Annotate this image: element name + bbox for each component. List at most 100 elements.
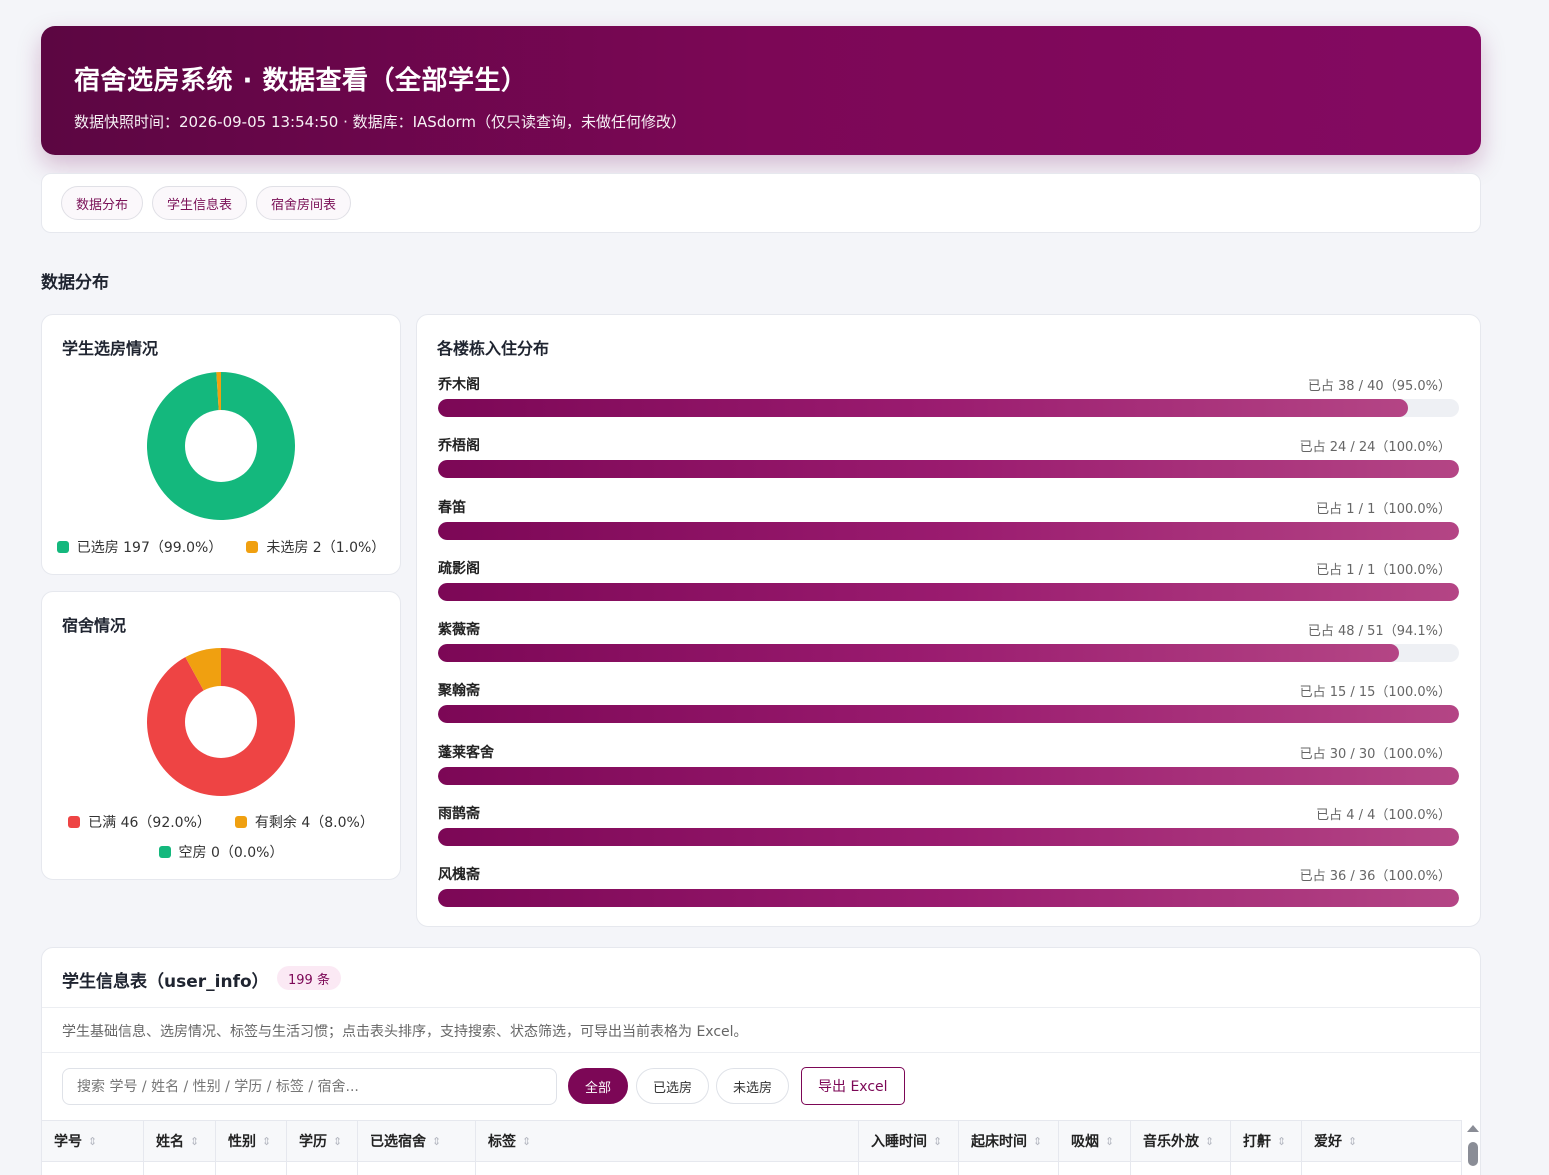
table-description: 学生基础信息、选房情况、标签与生活习惯；点击表头排序，支持搜索、状态筛选，可导出…: [42, 1008, 1480, 1053]
legend-label: 有剩余 4（8.0%）: [254, 815, 374, 831]
sort-icon[interactable]: ⇕: [1105, 1135, 1114, 1148]
sort-icon[interactable]: ⇕: [190, 1135, 199, 1148]
table-cell: [859, 1162, 959, 1175]
table-head: 学号 ⇕ 姓名 ⇕ 性别 ⇕ 学历 ⇕ 已选宿舍 ⇕ 标签 ⇕ 入睡时间 ⇕ 起床时间 ⇕ 吸烟 ⇕ 音乐外放 ⇕ 打鼾…: [42, 1120, 1462, 1162]
sort-icon[interactable]: ⇕: [432, 1135, 441, 1148]
building-name: 乔木阁: [438, 377, 480, 393]
column-header[interactable]: 音乐外放 ⇕: [1131, 1121, 1231, 1161]
building-row: 春笛 已占 1 / 1（100.0%）: [438, 495, 1459, 556]
column-header[interactable]: 爱好 ⇕: [1302, 1121, 1462, 1161]
sort-icon[interactable]: ⇕: [1205, 1135, 1214, 1148]
nav-chip-distribution[interactable]: 数据分布: [61, 186, 144, 220]
sort-icon[interactable]: ⇕: [1348, 1135, 1357, 1148]
column-header[interactable]: 入睡时间 ⇕: [859, 1121, 959, 1161]
legend-item-unchosen: 未选房 2（1.0%）: [246, 537, 385, 557]
chart-title: 宿舍情况: [62, 616, 127, 635]
export-excel-button[interactable]: 导出 Excel: [801, 1067, 905, 1105]
occupancy-bar: [438, 766, 1459, 785]
sort-icon[interactable]: ⇕: [262, 1135, 271, 1148]
chart-title: 学生选房情况: [62, 339, 159, 358]
scrollbar-thumb[interactable]: [1468, 1142, 1478, 1166]
legend-swatch: [68, 816, 81, 828]
building-row: 雨鹊斋 已占 4 / 4（100.0%）: [438, 801, 1459, 862]
occupancy-label: 已占 1 / 1（100.0%）: [1316, 501, 1451, 517]
occupancy-bar: [438, 521, 1459, 540]
column-header[interactable]: 吸烟 ⇕: [1059, 1121, 1131, 1161]
sort-icon[interactable]: ⇕: [522, 1135, 531, 1148]
table-cell: [959, 1162, 1059, 1175]
search-input[interactable]: [62, 1068, 557, 1105]
filter-all-button[interactable]: 全部: [568, 1068, 629, 1104]
column-header[interactable]: 起床时间 ⇕: [959, 1121, 1059, 1161]
occupancy-bar: [438, 828, 1459, 847]
building-row: 蓬莱客舍 已占 30 / 30（100.0%）: [438, 740, 1459, 801]
occupancy-label: 已占 4 / 4（100.0%）: [1316, 808, 1451, 824]
occupancy-bar: [438, 399, 1408, 417]
column-header-label: 学号: [54, 1134, 82, 1150]
table-cell: [42, 1162, 144, 1175]
building-name: 风槐斋: [438, 867, 480, 884]
occupancy-bar: [438, 705, 1459, 724]
building-name: 疏影阁: [438, 560, 480, 577]
occupancy-track: [438, 582, 1459, 601]
sort-icon[interactable]: ⇕: [1033, 1135, 1042, 1148]
donut-hole: [185, 410, 257, 482]
occupancy-track: [438, 766, 1459, 785]
column-header[interactable]: 学历 ⇕: [287, 1121, 358, 1161]
filter-chosen-button[interactable]: 已选房: [636, 1068, 710, 1104]
nav-chip-room-table[interactable]: 宿舍房间表: [256, 186, 352, 220]
column-header-label: 打鼾: [1243, 1134, 1271, 1150]
occupancy-track: [438, 705, 1459, 724]
legend-item-partial: 有剩余 4（8.0%）: [234, 812, 374, 832]
legend-label: 未选房 2（1.0%）: [266, 540, 386, 556]
column-header-label: 爱好: [1314, 1134, 1342, 1150]
nav-chip-student-table[interactable]: 学生信息表: [152, 186, 248, 220]
filter-unchosen-button[interactable]: 未选房: [716, 1068, 790, 1104]
building-name: 紫薇斋: [438, 622, 480, 639]
column-header-label: 已选宿舍: [370, 1134, 426, 1150]
column-header-label: 学历: [299, 1134, 327, 1150]
column-header[interactable]: 学号 ⇕: [42, 1121, 144, 1161]
dorm-status-donut-chart: [147, 648, 295, 796]
dorm-status-legend: 已满 46（92.0%） 有剩余 4（8.0%） 空房 0（0.0%）: [42, 812, 400, 872]
building-bar-list: 乔木阁 已占 38 / 40（95.0%） 乔梧阁 已占 24 / 24（100.0%…: [438, 372, 1459, 924]
occupancy-track: [438, 889, 1459, 908]
donut-hole: [185, 686, 257, 758]
table-scrollbar[interactable]: [1463, 1120, 1480, 1175]
column-header-label: 吸烟: [1071, 1134, 1099, 1150]
column-header[interactable]: 标签 ⇕: [476, 1121, 859, 1161]
table-header-bar: 学生信息表（user_info） 199 条: [42, 948, 1480, 1008]
section-title: 数据分布: [41, 273, 109, 293]
dorm-status-chart-card: 宿舍情况 已满 46（92.0%） 有剩余 4（8.0%） 空房 0（0.0%）: [41, 591, 401, 880]
table-cell: [144, 1162, 216, 1175]
sort-icon[interactable]: ⇕: [933, 1135, 942, 1148]
selection-legend: 已选房 197（99.0%） 未选房 2（1.0%）: [42, 537, 400, 567]
table-cell: [216, 1162, 287, 1175]
legend-swatch: [158, 846, 171, 858]
column-header-label: 音乐外放: [1143, 1134, 1199, 1150]
table-title: 学生信息表（user_info）: [62, 972, 269, 992]
occupancy-track: [438, 460, 1459, 479]
sort-icon[interactable]: ⇕: [1277, 1135, 1286, 1148]
occupancy-bar: [438, 889, 1459, 908]
building-name: 春笛: [438, 499, 466, 516]
table-cell: [1059, 1162, 1131, 1175]
column-header[interactable]: 打鼾 ⇕: [1231, 1121, 1302, 1161]
selection-donut-chart: [147, 372, 295, 520]
column-header-label: 性别: [228, 1134, 256, 1150]
occupancy-track: [438, 644, 1459, 663]
building-row: 乔梧阁 已占 24 / 24（100.0%）: [438, 433, 1459, 494]
column-header[interactable]: 姓名 ⇕: [144, 1121, 216, 1161]
occupancy-bar: [438, 644, 1399, 663]
sort-icon[interactable]: ⇕: [88, 1135, 97, 1148]
snapshot-info: 数据快照时间：2026-09-05 13:54:50 · 数据库：IASdorm…: [74, 113, 687, 131]
table-cell: [1302, 1162, 1462, 1175]
column-header[interactable]: 已选宿舍 ⇕: [358, 1121, 476, 1161]
sort-icon[interactable]: ⇕: [333, 1135, 342, 1148]
table-cell: [476, 1162, 859, 1175]
legend-label: 空房 0（0.0%）: [178, 845, 284, 861]
scroll-up-icon[interactable]: [1467, 1125, 1479, 1132]
legend-item-full: 已满 46（92.0%）: [68, 812, 211, 832]
building-occupancy-card: 各楼栋入住分布 乔木阁 已占 38 / 40（95.0%） 乔梧阁 已占 24 / 2…: [416, 314, 1481, 927]
column-header[interactable]: 性别 ⇕: [216, 1121, 287, 1161]
